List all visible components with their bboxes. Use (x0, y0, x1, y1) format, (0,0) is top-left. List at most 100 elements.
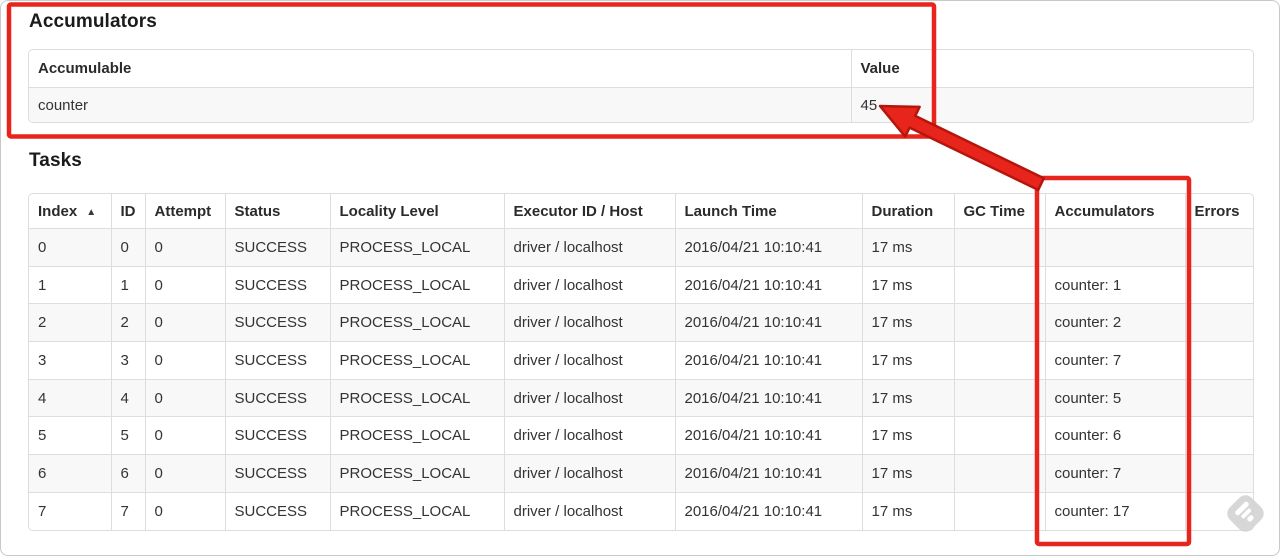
cell-locality-level: PROCESS_LOCAL (330, 266, 505, 305)
cell-executor-id-host: driver / localhost (504, 266, 676, 305)
cell-executor-id-host: driver / localhost (504, 303, 676, 343)
cell-index: 5 (29, 416, 112, 456)
column-header-duration[interactable]: Duration (862, 194, 955, 229)
cell-status: SUCCESS (225, 228, 331, 267)
cell-locality-level: PROCESS_LOCAL (330, 492, 505, 530)
table-row: 0 0 0 SUCCESS PROCESS_LOCAL driver / localhos… (29, 228, 1253, 267)
cell-executor-id-host: driver / localhost (504, 454, 676, 493)
cell-status: SUCCESS (225, 266, 331, 305)
cell-locality-level: PROCESS_LOCAL (330, 303, 505, 343)
cell-gc-time (954, 228, 1046, 267)
column-header-index[interactable]: Index ▲ (29, 194, 112, 229)
cell-id: 3 (111, 341, 146, 380)
column-header-value[interactable]: Value (851, 50, 1253, 88)
column-header-locality-level[interactable]: Locality Level (330, 194, 505, 229)
cell-duration: 17 ms (862, 454, 955, 493)
cell-duration: 17 ms (862, 492, 955, 530)
cell-value: 45 (851, 87, 1253, 122)
cell-launch-time: 2016/04/21 10:10:41 (675, 341, 863, 380)
column-header-errors[interactable]: Errors (1185, 194, 1253, 229)
column-header-label: Attempt (154, 202, 212, 220)
cell-accumulators: counter: 7 (1045, 341, 1186, 380)
column-header-launch-time[interactable]: Launch Time (675, 194, 863, 229)
cell-launch-time: 2016/04/21 10:10:41 (675, 492, 863, 530)
cell-attempt: 0 (145, 492, 226, 530)
cell-accumulable: counter (29, 87, 852, 122)
sort-ascending-icon: ▲ (86, 206, 97, 218)
cell-errors (1185, 454, 1253, 493)
cell-errors (1185, 303, 1253, 343)
cell-accumulators: counter: 17 (1045, 492, 1186, 530)
table-row: 7 7 0 SUCCESS PROCESS_LOCAL driver / localhos… (29, 492, 1253, 530)
cell-index: 3 (29, 341, 112, 380)
column-header-status[interactable]: Status (225, 194, 331, 229)
cell-executor-id-host: driver / localhost (504, 416, 676, 456)
cell-index: 4 (29, 379, 112, 418)
cell-status: SUCCESS (225, 341, 331, 380)
cell-accumulators: counter: 1 (1045, 266, 1186, 305)
cell-index: 2 (29, 303, 112, 343)
cell-executor-id-host: driver / localhost (504, 228, 676, 267)
column-header-accumulable[interactable]: Accumulable (29, 50, 852, 88)
column-header-label: Value (860, 60, 900, 77)
column-header-label: Status (234, 202, 281, 220)
cell-index: 6 (29, 454, 112, 493)
cell-launch-time: 2016/04/21 10:10:41 (675, 228, 863, 267)
cell-accumulators: counter: 6 (1045, 416, 1186, 456)
column-header-gc-time[interactable]: GC Time (954, 194, 1046, 229)
feedly-stripe (1246, 514, 1255, 523)
cell-attempt: 0 (145, 228, 226, 267)
table-row: 1 1 0 SUCCESS PROCESS_LOCAL driver / localhos… (29, 266, 1253, 305)
cell-id: 5 (111, 416, 146, 456)
cell-gc-time (954, 416, 1046, 456)
cell-index: 0 (29, 228, 112, 267)
cell-id: 1 (111, 266, 146, 305)
cell-accumulators: counter: 7 (1045, 454, 1186, 493)
header-row: Index ▲ ID Attempt Status Locality Level Execu… (29, 194, 1253, 229)
tasks-table: Index ▲ ID Attempt Status Locality Level Execu… (28, 193, 1254, 531)
cell-status: SUCCESS (225, 492, 331, 530)
table-row: 3 3 0 SUCCESS PROCESS_LOCAL driver / localhos… (29, 341, 1253, 380)
column-header-label: Executor ID / Host (513, 202, 643, 220)
cell-locality-level: PROCESS_LOCAL (330, 228, 505, 267)
spark-stage-accumulators-page: Accumulators Accumulable Value counter 45 T… (0, 0, 1280, 556)
cell-gc-time (954, 303, 1046, 343)
table-row: 6 6 0 SUCCESS PROCESS_LOCAL driver / localhos… (29, 454, 1253, 493)
cell-locality-level: PROCESS_LOCAL (330, 454, 505, 493)
cell-duration: 17 ms (862, 341, 955, 380)
cell-attempt: 0 (145, 379, 226, 418)
cell-gc-time (954, 266, 1046, 305)
cell-errors (1185, 416, 1253, 456)
cell-index: 7 (29, 492, 112, 530)
cell-attempt: 0 (145, 303, 226, 343)
cell-id: 2 (111, 303, 146, 343)
cell-duration: 17 ms (862, 379, 955, 418)
cell-duration: 17 ms (862, 266, 955, 305)
cell-attempt: 0 (145, 266, 226, 305)
cell-status: SUCCESS (225, 303, 331, 343)
cell-launch-time: 2016/04/21 10:10:41 (675, 303, 863, 343)
table-row: 5 5 0 SUCCESS PROCESS_LOCAL driver / localhos… (29, 416, 1253, 456)
tasks-section-heading: Tasks (29, 150, 82, 171)
cell-locality-level: PROCESS_LOCAL (330, 341, 505, 380)
cell-launch-time: 2016/04/21 10:10:41 (675, 266, 863, 305)
column-header-accumulators[interactable]: Accumulators (1045, 194, 1186, 229)
cell-status: SUCCESS (225, 416, 331, 456)
tasks-table-grid: Index ▲ ID Attempt Status Locality Level Execu… (29, 194, 1253, 530)
cell-index: 1 (29, 266, 112, 305)
table-row: counter 45 (29, 87, 1253, 122)
cell-gc-time (954, 341, 1046, 380)
column-header-id[interactable]: ID (111, 194, 146, 229)
cell-gc-time (954, 379, 1046, 418)
cell-executor-id-host: driver / localhost (504, 341, 676, 380)
cell-launch-time: 2016/04/21 10:10:41 (675, 416, 863, 456)
column-header-label: Errors (1194, 202, 1240, 220)
column-header-attempt[interactable]: Attempt (145, 194, 226, 229)
cell-attempt: 0 (145, 454, 226, 493)
cell-accumulators: counter: 2 (1045, 303, 1186, 343)
cell-gc-time (954, 492, 1046, 530)
cell-id: 6 (111, 454, 146, 493)
cell-gc-time (954, 454, 1046, 493)
cell-locality-level: PROCESS_LOCAL (330, 379, 505, 418)
column-header-executor-id-host[interactable]: Executor ID / Host (504, 194, 676, 229)
